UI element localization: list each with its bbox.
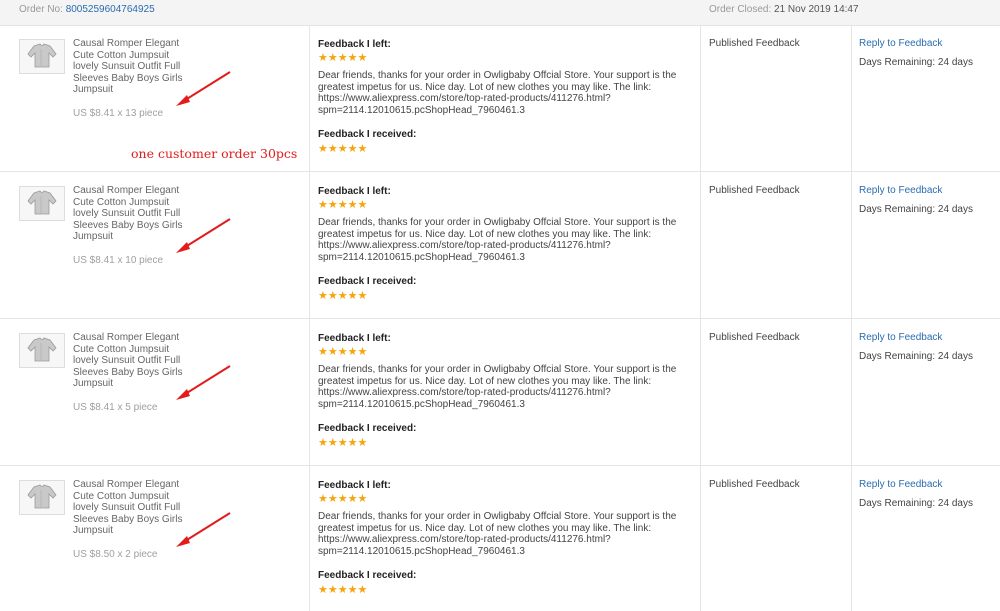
feedback-received-label: Feedback I received: (318, 570, 417, 581)
product-thumbnail[interactable] (19, 333, 65, 368)
days-remaining: Days Remaining: 24 days (859, 498, 973, 509)
product-name-line: Jumpsuit (73, 84, 114, 95)
product-name-line: Jumpsuit (73, 525, 114, 536)
product-name-line: Cute Cotton Jumpsuit (73, 49, 170, 61)
feedback-text-line: Dear friends, thanks for your order in O… (318, 364, 677, 375)
feedback-text-line: https://www.aliexpress.com/store/top-rat… (318, 93, 611, 104)
product-price-quantity: US $8.41 x 10 piece (73, 255, 164, 266)
product-name-line: Sleeves Baby Boys Girls (73, 513, 183, 525)
feedback-left-text: Dear friends, thanks for your order in O… (318, 70, 693, 116)
product-name-line: Jumpsuit (73, 378, 114, 389)
product-name-line: Sleeves Baby Boys Girls (73, 219, 183, 231)
order-number-link[interactable]: 8005259604764925 (66, 4, 155, 15)
feedback-text-line: spm=2114.12010615.pcShopHead_7960461.3 (318, 251, 525, 263)
days-remaining: Days Remaining: 24 days (859, 204, 973, 215)
order-closed-date: 21 Nov 2019 14:47 (774, 4, 859, 15)
product-name-line: lovely Sunsuit Outfit Full (73, 208, 181, 219)
feedback-left-label: Feedback I left: (318, 186, 391, 197)
feedback-left-text: Dear friends, thanks for your order in O… (318, 511, 693, 557)
romper-image-icon (27, 484, 57, 509)
feedback-received-stars: ★★★★★ (318, 290, 368, 302)
feedback-received-stars: ★★★★★ (318, 437, 368, 449)
feedback-text-line: spm=2114.12010615.pcShopHead_7960461.3 (318, 545, 525, 557)
feedback-left-label: Feedback I left: (318, 39, 391, 50)
feedback-received-stars: ★★★★★ (318, 143, 368, 155)
feedback-left-text: Dear friends, thanks for your order in O… (318, 364, 693, 410)
reply-to-feedback-link[interactable]: Reply to Feedback (859, 479, 942, 490)
annotation-text: one customer order 30pcs (131, 146, 298, 161)
feedback-left-text: Dear friends, thanks for your order in O… (318, 217, 693, 263)
order-header: Order No: 8005259604764925 Order Closed:… (0, 0, 1000, 26)
days-remaining: Days Remaining: 24 days (859, 57, 973, 68)
product-name[interactable]: Causal Romper Elegant Cute Cotton Jumpsui… (73, 479, 185, 537)
product-name-line: Causal Romper Elegant (73, 332, 180, 343)
order-number: Order No: 8005259604764925 (19, 4, 155, 15)
reply-to-feedback-link[interactable]: Reply to Feedback (859, 38, 942, 49)
feedback-text-line: spm=2114.12010615.pcShopHead_7960461.3 (318, 398, 525, 410)
order-closed-label: Order Closed: (709, 4, 772, 15)
feedback-received-stars: ★★★★★ (318, 584, 368, 596)
feedback-left-stars: ★★★★★ (318, 52, 368, 64)
red-arrow-icon (172, 69, 234, 112)
product-name-line: lovely Sunsuit Outfit Full (73, 355, 181, 366)
product-name-line: Cute Cotton Jumpsuit (73, 490, 170, 502)
feedback-text-line: greatest impetus for us. Nice day. Lot o… (318, 81, 652, 93)
product-name[interactable]: Causal Romper Elegant Cute Cotton Jumpsui… (73, 332, 185, 390)
feedback-status: Published Feedback (709, 479, 800, 490)
red-arrow-icon (172, 510, 234, 553)
feedback-left-label: Feedback I left: (318, 333, 391, 344)
feedback-left-stars: ★★★★★ (318, 346, 368, 358)
feedback-left-stars: ★★★★★ (318, 493, 368, 505)
product-price-quantity: US $8.50 x 2 piece (73, 549, 158, 560)
feedback-left-label: Feedback I left: (318, 480, 391, 491)
product-thumbnail[interactable] (19, 39, 65, 74)
product-name-line: Causal Romper Elegant (73, 185, 180, 196)
product-name-line: Sleeves Baby Boys Girls (73, 72, 183, 84)
feedback-status: Published Feedback (709, 185, 800, 196)
feedback-received-label: Feedback I received: (318, 129, 417, 140)
product-name-line: Jumpsuit (73, 231, 114, 242)
product-price-quantity: US $8.41 x 5 piece (73, 402, 158, 413)
product-thumbnail[interactable] (19, 186, 65, 221)
reply-to-feedback-link[interactable]: Reply to Feedback (859, 332, 942, 343)
feedback-left-stars: ★★★★★ (318, 199, 368, 211)
product-name-line: Causal Romper Elegant (73, 38, 180, 49)
reply-to-feedback-link[interactable]: Reply to Feedback (859, 185, 942, 196)
feedback-text-line: greatest impetus for us. Nice day. Lot o… (318, 375, 652, 387)
red-arrow-icon (172, 216, 234, 259)
product-name-line: lovely Sunsuit Outfit Full (73, 502, 181, 513)
romper-image-icon (27, 43, 57, 68)
product-name-line: Cute Cotton Jumpsuit (73, 196, 170, 208)
feedback-text-line: https://www.aliexpress.com/store/top-rat… (318, 240, 611, 251)
product-name[interactable]: Causal Romper Elegant Cute Cotton Jumpsui… (73, 185, 185, 243)
feedback-text-line: https://www.aliexpress.com/store/top-rat… (318, 534, 611, 545)
red-arrow-icon (172, 363, 234, 406)
feedback-text-line: greatest impetus for us. Nice day. Lot o… (318, 228, 652, 240)
order-number-label: Order No: (19, 4, 63, 15)
product-price-quantity: US $8.41 x 13 piece (73, 108, 164, 119)
feedback-text-line: Dear friends, thanks for your order in O… (318, 511, 677, 522)
product-name[interactable]: Causal Romper Elegant Cute Cotton Jumpsui… (73, 38, 185, 96)
feedback-status: Published Feedback (709, 332, 800, 343)
feedback-text-line: spm=2114.12010615.pcShopHead_7960461.3 (318, 104, 525, 116)
feedback-text-line: greatest impetus for us. Nice day. Lot o… (318, 522, 652, 534)
feedback-text-line: Dear friends, thanks for your order in O… (318, 217, 677, 228)
product-name-line: Causal Romper Elegant (73, 479, 180, 490)
order-closed: Order Closed: 21 Nov 2019 14:47 (709, 4, 859, 15)
feedback-received-label: Feedback I received: (318, 276, 417, 287)
feedback-received-label: Feedback I received: (318, 423, 417, 434)
product-thumbnail[interactable] (19, 480, 65, 515)
product-name-line: Cute Cotton Jumpsuit (73, 343, 170, 355)
romper-image-icon (27, 190, 57, 215)
product-name-line: lovely Sunsuit Outfit Full (73, 61, 181, 72)
feedback-text-line: Dear friends, thanks for your order in O… (318, 70, 677, 81)
romper-image-icon (27, 337, 57, 362)
feedback-text-line: https://www.aliexpress.com/store/top-rat… (318, 387, 611, 398)
days-remaining: Days Remaining: 24 days (859, 351, 973, 362)
product-name-line: Sleeves Baby Boys Girls (73, 366, 183, 378)
feedback-status: Published Feedback (709, 38, 800, 49)
